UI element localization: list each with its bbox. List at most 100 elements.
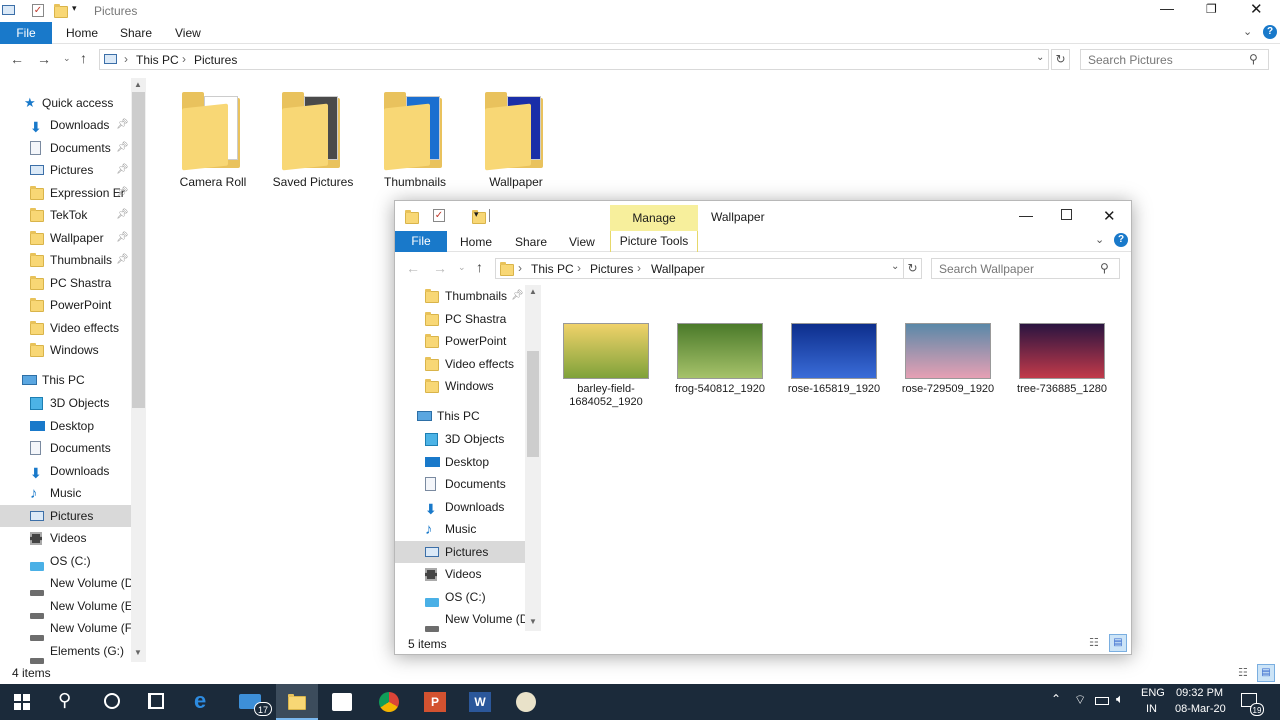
clock-date[interactable]: 08-Mar-20: [1175, 703, 1226, 715]
nav-item-tektok[interactable]: TekTok 📌︎: [0, 204, 131, 226]
nav-item-powerpoint[interactable]: PowerPoint: [0, 294, 131, 316]
word-icon[interactable]: W: [469, 692, 491, 712]
start-button[interactable]: [0, 684, 46, 720]
up-button[interactable]: ↑: [80, 50, 87, 66]
nav-item-wallpaper[interactable]: Wallpaper 📌︎: [0, 227, 131, 249]
forward-button[interactable]: →: [433, 260, 447, 276]
recent-locations-icon[interactable]: ⌄: [63, 53, 71, 64]
nav-item-new-volume-d[interactable]: New Volume (D:: [0, 572, 137, 596]
tab-file[interactable]: File: [395, 231, 447, 252]
new-folder-quick-icon[interactable]: [54, 4, 68, 18]
search-box[interactable]: Search Wallpaper ⚲: [931, 258, 1120, 279]
close-button[interactable]: ✕: [1250, 0, 1263, 18]
maximize-button[interactable]: [1061, 209, 1072, 220]
nav-item-expression-er[interactable]: Expression Er 📌︎: [0, 182, 131, 204]
up-button[interactable]: ↑: [476, 259, 483, 275]
large-icons-view-button[interactable]: ▤: [1257, 664, 1275, 682]
nav-item-downloads[interactable]: ⬇ Downloads 📌︎: [0, 114, 131, 136]
manage-context-tab[interactable]: Manage: [610, 205, 698, 231]
nav-item-windows[interactable]: Windows: [395, 375, 525, 397]
large-icons-view-button[interactable]: ▤: [1109, 634, 1127, 652]
breadcrumb-pictures[interactable]: Pictures: [590, 262, 633, 276]
help-icon[interactable]: ?: [1263, 25, 1277, 39]
nav-item-documents[interactable]: Documents: [0, 437, 131, 459]
nav-item-windows[interactable]: Windows: [0, 339, 131, 361]
language-lang[interactable]: ENG: [1141, 687, 1165, 699]
scroll-thumb[interactable]: [132, 92, 145, 408]
address-dropdown-icon[interactable]: ⌄: [1036, 52, 1044, 63]
file-item-rose-165819-1920[interactable]: rose-165819_1920: [779, 311, 889, 411]
file-item-rose-729509-1920[interactable]: rose-729509_1920: [893, 311, 1003, 411]
folder-wallpaper[interactable]: Wallpaper: [473, 90, 559, 190]
properties-quick-icon[interactable]: ✓: [32, 4, 44, 17]
expand-ribbon-icon[interactable]: ⌄: [1243, 25, 1252, 38]
minimize-button[interactable]: —: [1019, 207, 1033, 223]
nav-scrollbar[interactable]: ▲ ▼: [131, 78, 146, 662]
store-icon[interactable]: [332, 693, 352, 711]
clock-time[interactable]: 09:32 PM: [1176, 687, 1223, 699]
recent-locations-icon[interactable]: ⌄: [458, 262, 466, 273]
nav-item-documents[interactable]: Documents: [395, 473, 525, 495]
refresh-button[interactable]: ↻: [1051, 49, 1070, 70]
tab-home[interactable]: Home: [66, 26, 98, 40]
nav-item-pictures[interactable]: Pictures 📌︎: [0, 159, 131, 181]
scroll-up-icon[interactable]: ▲: [529, 287, 537, 296]
nav-item-desktop[interactable]: Desktop: [395, 451, 525, 473]
tab-view[interactable]: View: [175, 26, 201, 40]
nav-item-downloads[interactable]: ⬇ Downloads: [0, 460, 131, 482]
folder-saved-pictures[interactable]: Saved Pictures: [270, 90, 356, 190]
properties-quick-icon[interactable]: ✓: [433, 209, 445, 222]
forward-button[interactable]: →: [37, 51, 51, 67]
scroll-down-icon[interactable]: ▼: [134, 648, 142, 657]
nav-item-pc-shastra[interactable]: PC Shastra: [0, 272, 131, 294]
chrome-icon[interactable]: [379, 692, 399, 712]
file-item-barley-field-1684052-1920[interactable]: barley-field-1684052_1920: [551, 311, 661, 411]
nav-item-new-volume-e[interactable]: New Volume (E:): [0, 595, 140, 619]
help-icon[interactable]: ?: [1114, 233, 1128, 247]
tab-share[interactable]: Share: [515, 235, 547, 249]
nav-item-documents[interactable]: Documents 📌︎: [0, 137, 131, 159]
nav-item-music[interactable]: ♪ Music: [0, 482, 131, 504]
nav-item-os-c[interactable]: OS (C:): [395, 586, 525, 608]
search-taskbar-icon[interactable]: ⚲: [58, 690, 71, 711]
search-input[interactable]: Search Wallpaper: [939, 262, 1034, 276]
customize-qat-icon[interactable]: ▾: [474, 209, 479, 220]
volume-icon[interactable]: 🔈︎: [1116, 691, 1124, 707]
breadcrumb-pictures[interactable]: Pictures: [194, 53, 237, 67]
nav-item-desktop[interactable]: Desktop: [0, 415, 131, 437]
breadcrumb-wallpaper[interactable]: Wallpaper: [651, 262, 705, 276]
expand-ribbon-icon[interactable]: ⌄: [1095, 233, 1104, 246]
file-item-tree-736885-1280[interactable]: tree-736885_1280: [1007, 311, 1117, 411]
breadcrumb-this-pc[interactable]: This PC: [531, 262, 574, 276]
nav-item-pictures[interactable]: Pictures: [0, 504, 131, 527]
customize-qat-icon[interactable]: ▾: [72, 3, 77, 14]
tab-view[interactable]: View: [569, 235, 595, 249]
file-explorer-icon[interactable]: [276, 684, 318, 720]
refresh-button[interactable]: ↻: [903, 258, 922, 279]
paint-icon[interactable]: [516, 692, 536, 712]
nav-item-3d-objects[interactable]: 3D Objects: [395, 428, 525, 450]
address-bar[interactable]: › This PC › Pictures ⌄: [99, 49, 1049, 70]
details-view-button[interactable]: ☷: [1238, 666, 1248, 679]
nav-scrollbar[interactable]: ▲ ▼: [525, 285, 541, 631]
folder-thumbnails[interactable]: Thumbnails: [372, 90, 458, 190]
tab-file[interactable]: File: [0, 22, 52, 44]
details-view-button[interactable]: ☷: [1089, 636, 1099, 649]
minimize-button[interactable]: —: [1160, 0, 1174, 16]
nav-item-elements-g[interactable]: Elements (G:): [0, 640, 131, 664]
address-dropdown-icon[interactable]: ⌄: [891, 261, 899, 272]
breadcrumb-this-pc[interactable]: This PC: [136, 53, 179, 67]
nav-item-videos[interactable]: Videos: [0, 527, 131, 549]
close-button[interactable]: ✕: [1103, 207, 1116, 225]
nav-item-video-effects[interactable]: Video effects: [395, 353, 525, 375]
back-button[interactable]: ←: [406, 260, 420, 276]
file-item-frog-540812-1920[interactable]: frog-540812_1920: [665, 311, 775, 411]
cortana-icon[interactable]: [104, 693, 120, 709]
task-view-icon[interactable]: [148, 693, 164, 709]
nav-item-powerpoint[interactable]: PowerPoint: [395, 330, 525, 352]
battery-icon[interactable]: [1095, 697, 1109, 705]
scroll-up-icon[interactable]: ▲: [134, 80, 142, 89]
address-bar[interactable]: › This PC › Pictures › Wallpaper ⌄: [495, 258, 904, 279]
nav-item-thumbnails[interactable]: Thumbnails 📌︎: [395, 285, 525, 307]
nav-item-downloads[interactable]: ⬇ Downloads: [395, 496, 525, 518]
